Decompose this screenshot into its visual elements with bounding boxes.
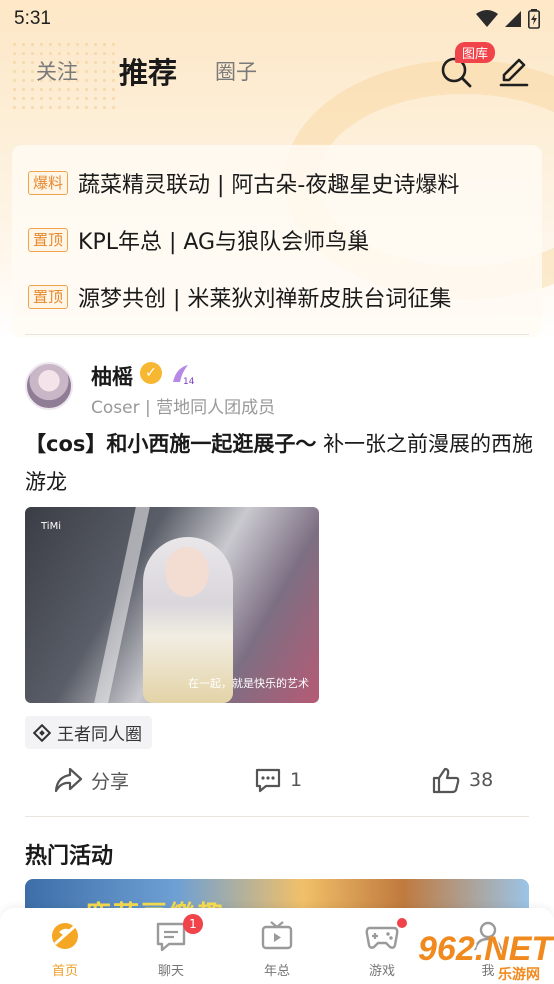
- wifi-icon: [476, 10, 498, 27]
- thumbs-up-icon: [432, 767, 460, 794]
- nav-annual-label: 年总: [263, 964, 290, 979]
- nav-chat-label: 聊天: [157, 964, 184, 979]
- tab-recommend[interactable]: 推荐: [119, 50, 177, 92]
- circle-chip[interactable]: 王者同人圈: [25, 716, 152, 749]
- news-item[interactable]: 置顶 源梦共创 | 米莱狄刘禅新皮肤台词征集: [28, 281, 451, 313]
- post-user-subtitle: Coser | 营地同人团成员: [91, 398, 276, 418]
- tab-follow[interactable]: 关注: [36, 56, 78, 86]
- news-tag: 置顶: [28, 228, 69, 252]
- divider: [25, 334, 529, 335]
- top-header: 关注 推荐 圈子 图库: [0, 42, 554, 102]
- nav-annual[interactable]: 年总: [237, 918, 317, 979]
- like-button[interactable]: 38: [431, 766, 493, 794]
- gallery-badge[interactable]: 图库: [455, 42, 496, 63]
- like-count: 38: [469, 769, 494, 791]
- status-time: 5:31: [14, 8, 51, 29]
- share-icon: [54, 767, 83, 793]
- tv-icon: [261, 921, 293, 950]
- news-tag: 置顶: [28, 285, 69, 309]
- watermark-sub: 乐游网: [498, 967, 540, 983]
- nav-games-label: 游戏: [368, 964, 395, 979]
- nav-chat[interactable]: 1 聊天: [131, 914, 211, 979]
- divider: [25, 816, 529, 817]
- image-face: [165, 547, 209, 597]
- status-icons: [476, 9, 540, 29]
- post-image[interactable]: TiMi 在一起，就是快乐的艺术: [25, 507, 319, 703]
- level-badge-icon: 14: [170, 362, 195, 387]
- news-item[interactable]: 置顶 KPL年总 | AG与狼队会师鸟巢: [28, 224, 369, 256]
- share-button[interactable]: 分享: [53, 766, 129, 794]
- nav-home-label: 首页: [51, 964, 78, 979]
- circle-chip-label: 王者同人圈: [57, 725, 142, 745]
- image-stripe: [94, 507, 150, 703]
- post-title-bold: 【cos】和小西施一起逛展子～: [25, 432, 317, 456]
- level-badge-text: 14: [183, 377, 194, 386]
- news-card: 爆料 蔬菜精灵联动 | 阿古朵-夜趣星史诗爆料 置顶 KPL年总 | AG与狼队…: [12, 145, 542, 337]
- news-text: 源梦共创 | 米莱狄刘禅新皮肤台词征集: [78, 287, 452, 312]
- news-text: 蔬菜精灵联动 | 阿古朵-夜趣星史诗爆料: [78, 173, 460, 198]
- verified-icon: ✓: [140, 362, 162, 384]
- tab-circles[interactable]: 圈子: [215, 56, 257, 86]
- post-actions: 分享 1 38: [0, 766, 554, 802]
- news-text: KPL年总 | AG与狼队会师鸟巢: [78, 230, 370, 255]
- games-dot: [397, 918, 407, 928]
- chat-badge: 1: [183, 914, 203, 934]
- share-label: 分享: [91, 770, 130, 793]
- gamepad-icon: [365, 926, 399, 949]
- image-brand: TiMi: [41, 521, 61, 532]
- edit-icon[interactable]: [496, 54, 532, 90]
- avatar[interactable]: [25, 362, 73, 410]
- news-item[interactable]: 爆料 蔬菜精灵联动 | 阿古朵-夜趣星史诗爆料: [28, 167, 459, 199]
- nav-home[interactable]: 首页: [25, 918, 105, 979]
- image-caption: 在一起，就是快乐的艺术: [188, 677, 309, 690]
- diamond-icon: [33, 723, 51, 742]
- comment-button[interactable]: 1: [254, 766, 302, 794]
- home-icon: [52, 923, 78, 949]
- tab-recommend-label: 推荐: [119, 56, 178, 90]
- nav-games[interactable]: 游戏: [342, 918, 422, 979]
- hot-activities-title: 热门活动: [25, 844, 114, 869]
- comment-count: 1: [290, 769, 303, 791]
- news-tag: 爆料: [28, 171, 69, 195]
- post-title[interactable]: 【cos】和小西施一起逛展子～ 补一张之前漫展的西施游龙: [25, 425, 535, 501]
- comment-icon: [255, 768, 281, 793]
- signal-icon: [505, 11, 521, 27]
- post-username[interactable]: 柚榣: [91, 361, 133, 391]
- status-bar: 5:31: [0, 0, 554, 38]
- battery-icon: [528, 9, 540, 29]
- site-watermark: 962.NET 乐游网: [418, 930, 552, 983]
